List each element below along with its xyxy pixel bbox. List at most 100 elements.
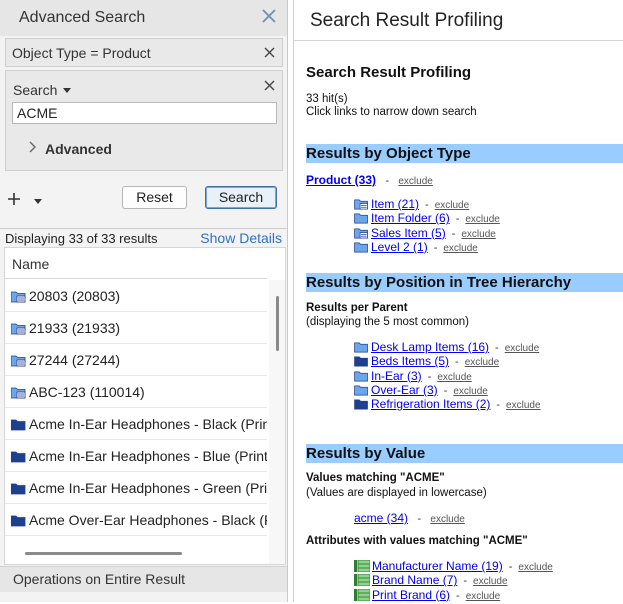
table-row[interactable]: Acme In-Ear Headphones - Green (Print [5,472,267,504]
exclude-link[interactable]: exclude [437,372,471,383]
row-text: 20803 (20803) [29,288,121,304]
exclude-link[interactable]: exclude [518,562,552,573]
separator: - [385,175,390,187]
separator: - [433,241,438,254]
item-link[interactable]: Over-Ear (3) [371,383,438,397]
exclude-link[interactable]: exclude [398,176,432,187]
row-text: 21933 (21933) [29,320,121,336]
separator: - [496,399,501,412]
close-icon[interactable] [260,7,278,25]
folder-item-icon [10,322,26,335]
exclude-link[interactable]: exclude [505,343,539,354]
reset-button[interactable]: Reset [122,186,187,209]
section-title-position: Results by Position in Tree Hierarchy [306,274,572,291]
plus-icon[interactable] [7,192,21,206]
list-item: Level 2 (1) - exclude [354,240,478,254]
exclude-link[interactable]: exclude [506,400,540,411]
section-band-position: Results by Position in Tree Hierarchy [306,273,623,292]
list-item: Brand Name (7) - exclude [354,573,508,587]
item-link[interactable]: Beds Items (5) [371,354,449,368]
remove-filter-icon[interactable] [264,47,275,58]
search-dropdown-label[interactable]: Search [13,82,57,98]
results-count: Displaying 33 of 33 results [5,231,158,246]
exclude-link[interactable]: exclude [466,591,500,602]
exclude-link[interactable]: exclude [465,357,499,368]
exclude-link[interactable]: exclude [443,243,477,254]
list-item: Over-Ear (3) - exclude [354,383,488,397]
table-row[interactable]: Acme In-Ear Headphones - Blue (Print_l [5,440,267,472]
show-details-link[interactable]: Show Details [200,230,282,246]
item-link[interactable]: In-Ear (3) [371,369,422,383]
item-link[interactable]: Level 2 (1) [371,240,428,254]
profiling-header-title: Search Result Profiling [310,10,504,31]
add-menu-chevron-icon[interactable] [34,199,42,204]
item-link[interactable]: Item Folder (6) [371,211,450,225]
exclude-link[interactable]: exclude [461,229,495,240]
search-button[interactable]: Search [205,186,277,209]
advanced-toggle[interactable]: Advanced [45,141,112,157]
list-item: Sales Item (5) - exclude [354,226,496,240]
results-summary: Displaying 33 of 33 results Show Details [0,228,287,247]
list-item: Print Brand (6) - exclude [354,588,500,602]
row-text: Acme In-Ear Headphones - Black (Print_ [29,416,267,432]
operations-bar[interactable]: Operations on Entire Result [0,566,287,592]
section-title-object-type: Results by Object Type [306,145,471,162]
object-type-filter: Object Type = Product [5,38,283,67]
item-link[interactable]: Brand Name (7) [372,573,457,587]
exclude-link[interactable]: exclude [453,386,487,397]
table-row[interactable]: Acme Over-Ear Headphones - Black (Pri [5,504,267,536]
attribute-icon [354,588,371,602]
item-link[interactable]: Item (21) [371,197,419,211]
values-matching-title: Values matching "ACME" [306,472,445,484]
acme-value-link[interactable]: acme (34) [354,511,408,525]
column-header-label: Name [12,256,50,272]
chevron-down-icon[interactable] [63,88,71,93]
object-type-filter-label: Object Type = Product [12,45,151,61]
folder-item-icon [354,227,369,239]
profiling-panel: Search Result Profiling Search Result Pr… [293,0,623,602]
vertical-scroll-thumb[interactable] [276,296,279,351]
table-row[interactable]: ABC-123 (110014) [5,376,267,408]
dark-folder-icon [10,450,26,463]
results-per-parent-note: (displaying the 5 most common) [306,316,469,328]
list-item: Item Folder (6) - exclude [354,211,500,225]
attributes-matching-title: Attributes with values matching "ACME" [306,535,528,547]
row-text: Acme In-Ear Headphones - Blue (Print_l [29,448,267,464]
table-row[interactable]: 21933 (21933) [5,312,267,344]
values-matching-note: (Values are displayed in lowercase) [306,487,487,499]
operations-label: Operations on Entire Result [13,571,185,587]
light-folder-icon [354,241,369,253]
row-text: 27244 (27244) [29,352,121,368]
item-link[interactable]: Sales Item (5) [371,226,446,240]
row-text: ABC-123 (110014) [29,384,145,400]
chevron-right-icon[interactable] [27,141,37,153]
column-header-name[interactable]: Name [5,248,267,279]
dark-folder-icon [10,514,26,527]
list-item: Refrigeration Items (2) - exclude [354,397,541,411]
item-link[interactable]: Manufacturer Name (19) [372,559,503,573]
exclude-link[interactable]: exclude [473,576,507,587]
value-row: acme (34) - exclude [354,511,465,525]
dark-folder-icon [10,418,26,431]
horizontal-scroll-thumb[interactable] [25,552,182,555]
exclude-link[interactable]: exclude [435,200,469,211]
exclude-link[interactable]: exclude [465,214,499,225]
row-text: Acme Over-Ear Headphones - Black (Pri [29,512,267,528]
remove-search-icon[interactable] [264,80,275,91]
folder-item-icon [10,354,26,367]
list-item: Item (21) - exclude [354,197,469,211]
section-band-object-type: Results by Object Type [306,144,623,163]
product-link[interactable]: Product (33) [306,173,376,187]
table-row[interactable]: 20803 (20803) [5,280,267,312]
item-link[interactable]: Print Brand (6) [372,588,450,602]
separator: - [417,513,422,525]
item-link[interactable]: Refrigeration Items (2) [371,397,490,411]
search-input[interactable] [12,102,277,124]
list-item: Beds Items (5) - exclude [354,354,499,368]
attribute-icon [354,573,371,587]
folder-item-icon [354,198,369,210]
item-link[interactable]: Desk Lamp Items (16) [371,340,489,354]
table-row[interactable]: Acme In-Ear Headphones - Black (Print_ [5,408,267,440]
exclude-link[interactable]: exclude [430,514,464,525]
table-row[interactable]: 27244 (27244) [5,344,267,376]
